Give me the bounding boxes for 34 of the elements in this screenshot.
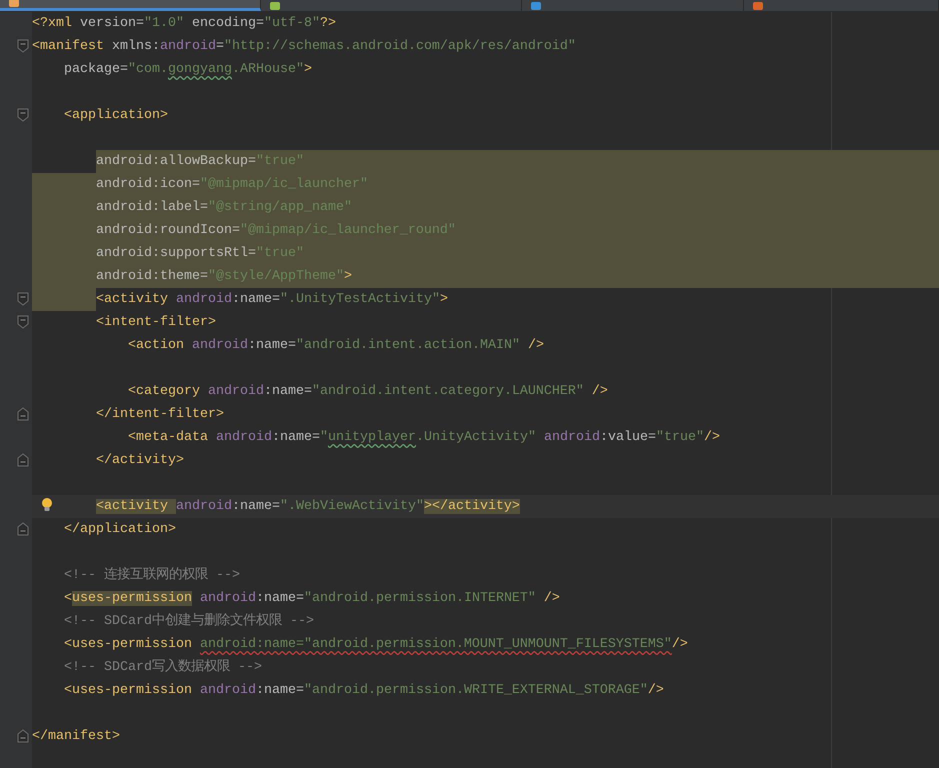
code-line: <activity android:name=".WebViewActivity"></activity> <box>96 498 520 516</box>
code-line: </activity> <box>96 452 184 470</box>
code-line: <activity android:name=".UnityTestActivity"> <box>96 291 448 309</box>
code-line: package="com.gongyang.ARHouse"> <box>64 61 312 79</box>
code-line: <meta-data android:name="unityplayer.UnityActivity" android:value="true"/> <box>128 429 720 447</box>
file-icon <box>530 2 542 10</box>
code-line: <uses-permission android:name="android.permission.MOUNT_UNMOUNT_FILESYSTEMS"/> <box>64 636 688 654</box>
code-line: <manifest xmlns:android="http://schemas.android.com/apk/res/android" <box>32 38 576 56</box>
file-icon <box>752 2 764 10</box>
code-line: <!-- SDCard写入数据权限 --> <box>64 658 262 677</box>
code-line: </application> <box>64 521 176 539</box>
code-line: </intent-filter> <box>96 406 224 424</box>
editor-tab[interactable] <box>0 0 262 11</box>
file-icon <box>8 0 20 7</box>
fold-icon[interactable] <box>17 292 29 306</box>
fold-icon[interactable] <box>17 315 29 329</box>
code-line: <category android:name="android.intent.category.LAUNCHER" /> <box>128 383 608 401</box>
code-line: <!-- SDCard中创建与删除文件权限 --> <box>64 612 314 631</box>
fold-icon[interactable] <box>17 108 29 122</box>
fold-icon[interactable] <box>17 39 29 53</box>
code-line: <uses-permission android:name="android.permission.WRITE_EXTERNAL_STORAGE"/> <box>64 682 664 700</box>
fold-icon[interactable] <box>17 453 29 467</box>
fold-icon[interactable] <box>17 522 29 536</box>
fold-icon[interactable] <box>17 729 29 743</box>
code-line: <?xml version="1.0" encoding="utf-8"?> <box>32 15 336 33</box>
code-line: </manifest> <box>32 728 120 746</box>
file-icon <box>269 2 282 10</box>
fold-icon[interactable] <box>17 407 29 421</box>
code-line: <application> <box>64 107 168 125</box>
code-line: <intent-filter> <box>96 314 216 332</box>
code-line: <!-- 连接互联网的权限 --> <box>64 566 240 585</box>
lightbulb-icon[interactable] <box>41 497 53 513</box>
code-line: <action android:name="android.intent.action.MAIN" /> <box>128 337 544 355</box>
code-line: <uses-permission android:name="android.permission.INTERNET" /> <box>64 590 560 608</box>
